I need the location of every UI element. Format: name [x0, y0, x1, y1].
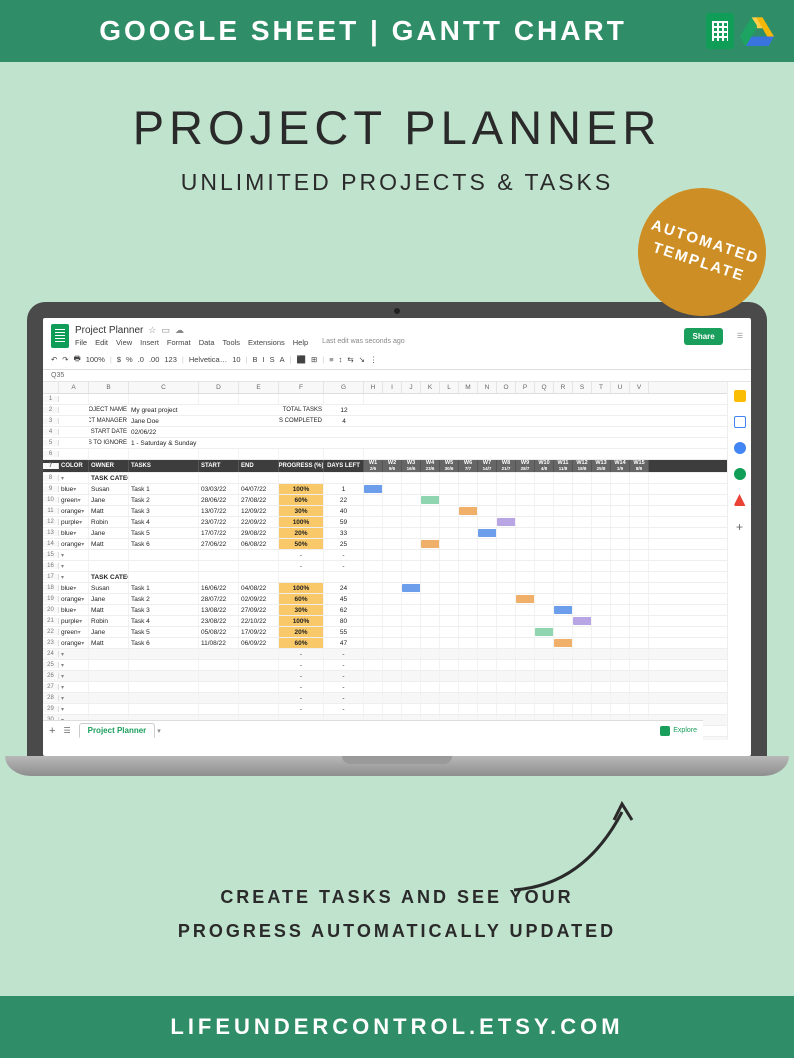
all-sheets-button[interactable]: ☰ [63, 726, 70, 735]
hero-title: PROJECT PLANNER [0, 100, 794, 155]
toolbar-item[interactable]: ↘ [359, 355, 365, 364]
toolbar-item[interactable]: A [280, 355, 285, 364]
toolbar-item[interactable]: B [253, 355, 258, 364]
contacts-icon[interactable] [734, 468, 746, 480]
explore-button[interactable]: Explore [660, 726, 697, 736]
menu-data[interactable]: Data [199, 338, 215, 347]
top-banner: GOOGLE SHEET | GANTT CHART [0, 0, 794, 62]
doc-title[interactable]: Project Planner [75, 325, 143, 336]
side-panel[interactable]: + [727, 382, 751, 740]
add-addon-icon[interactable]: + [736, 520, 743, 534]
name-box[interactable]: Q35 [43, 370, 751, 382]
menu-help[interactable]: Help [293, 338, 308, 347]
add-sheet-button[interactable]: + [49, 725, 55, 737]
toolbar-item[interactable]: Helvetica… [189, 355, 227, 364]
toolbar-item[interactable]: I [263, 355, 265, 364]
toolbar-item[interactable]: ⇆ [347, 355, 353, 364]
menu-file[interactable]: File [75, 338, 87, 347]
calendar-icon[interactable] [734, 390, 746, 402]
tasks-icon[interactable] [734, 442, 746, 454]
menu-edit[interactable]: Edit [95, 338, 108, 347]
toolbar-item[interactable]: ⊞ [311, 355, 317, 364]
spreadsheet-screen: Project Planner ☆ ▭ ☁ File Edit View Insert… [43, 318, 751, 756]
banner-title: GOOGLE SHEET | GANTT CHART [20, 15, 706, 47]
toolbar-item[interactable]: ↷ [62, 355, 68, 364]
sheets-logo-icon [51, 324, 69, 348]
product-icons [706, 13, 774, 49]
drive-icon [740, 16, 774, 46]
menu-bar[interactable]: File Edit View Insert Format Data Tools Extensi… [75, 338, 678, 347]
toolbar-item[interactable]: 10 [232, 355, 240, 364]
laptop-mockup: Project Planner ☆ ▭ ☁ File Edit View Insert… [27, 302, 767, 776]
toolbar-item[interactable]: ⬛ [297, 355, 306, 364]
sheets-icon [706, 13, 734, 49]
toolbar-item[interactable]: 100% [86, 355, 105, 364]
toolbar-item[interactable]: % [126, 355, 133, 364]
tab-dropdown-icon[interactable]: ▾ [157, 727, 161, 735]
menu-tools[interactable]: Tools [223, 338, 241, 347]
toolbar-item[interactable]: 🖶 [74, 353, 81, 366]
hero-subtitle: UNLIMITED PROJECTS & TASKS [0, 169, 794, 196]
toolbar-item[interactable]: 123 [164, 355, 177, 364]
last-edit-text: Last edit was seconds ago [322, 338, 405, 347]
footer-bar: LIFEUNDERCONTROL.ETSY.COM [0, 996, 794, 1058]
sheet-rows[interactable]: 12PROJECT NAMEMy great projectTOTAL TASK… [43, 394, 727, 740]
toolbar[interactable]: ↶↷🖶100%|$%.0.00123|Helvetica…10|BISA|⬛⊞|… [43, 350, 751, 370]
toolbar-item[interactable]: ≡ [329, 355, 333, 364]
toolbar-item[interactable]: $ [117, 355, 121, 364]
menu-insert[interactable]: Insert [140, 338, 159, 347]
sheet-tab[interactable]: Project Planner [79, 723, 156, 738]
column-headers[interactable]: ABCDEFGHIJKLMNOPQRSTUV [43, 382, 727, 394]
maps-icon[interactable] [734, 494, 746, 506]
menu-format[interactable]: Format [167, 338, 191, 347]
toolbar-item[interactable]: ↕ [339, 355, 343, 364]
cloud-icon[interactable]: ☁ [175, 325, 184, 336]
toolbar-item[interactable]: .0 [138, 355, 144, 364]
share-button[interactable]: Share [684, 328, 722, 345]
move-icon[interactable]: ▭ [161, 325, 170, 336]
toolbar-item[interactable]: S [270, 355, 275, 364]
star-icon[interactable]: ☆ [148, 325, 156, 336]
menu-extensions[interactable]: Extensions [248, 338, 285, 347]
menu-view[interactable]: View [116, 338, 132, 347]
toolbar-item[interactable]: .00 [149, 355, 159, 364]
tab-strip[interactable]: + ☰ Project Planner ▾ Explore [43, 720, 703, 740]
toolbar-item[interactable]: ⋮ [370, 355, 378, 364]
keep-icon[interactable] [734, 416, 746, 428]
toolbar-item[interactable]: ↶ [51, 355, 57, 364]
account-icon[interactable]: ☰ [737, 332, 743, 340]
caption: CREATE TASKS AND SEE YOUR PROGRESS AUTOM… [0, 880, 794, 948]
hero: PROJECT PLANNER UNLIMITED PROJECTS & TAS… [0, 62, 794, 202]
gs-titlebar: Project Planner ☆ ▭ ☁ File Edit View Insert… [43, 318, 751, 350]
